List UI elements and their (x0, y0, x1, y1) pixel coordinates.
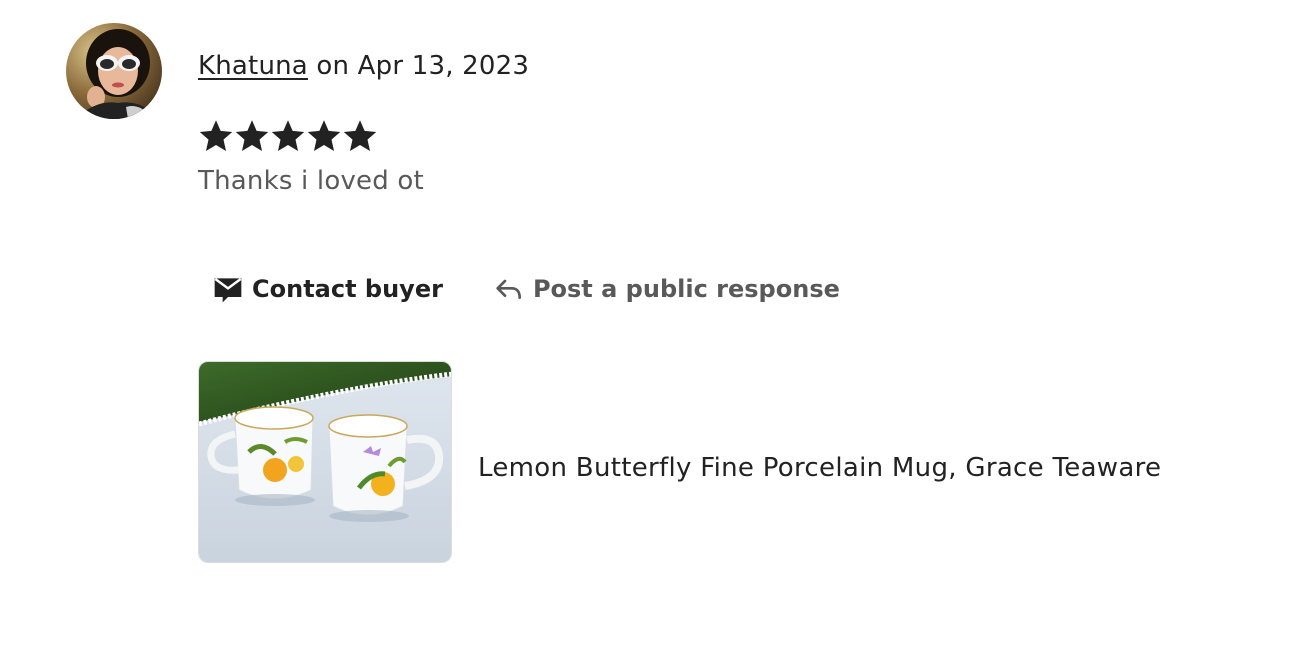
post-public-response-button[interactable]: Post a public response (479, 262, 854, 316)
product-title-link[interactable]: Lemon Butterfly Fine Porcelain Mug, Grac… (478, 448, 1161, 488)
review-text: Thanks i loved ot (198, 166, 424, 196)
reply-arrow-icon (493, 273, 525, 305)
reviewer-name-link[interactable]: Khatuna (198, 51, 308, 81)
contact-buyer-label: Contact buyer (252, 275, 443, 303)
star-rating (198, 115, 378, 157)
post-public-response-label: Post a public response (532, 275, 840, 303)
review-actions: Contact buyer Post a public response (198, 262, 854, 316)
contact-buyer-button[interactable]: Contact buyer (198, 262, 457, 316)
star-icon (306, 115, 342, 157)
envelope-icon (212, 273, 244, 305)
star-icon (234, 115, 270, 157)
product-thumbnail[interactable] (198, 361, 452, 563)
star-icon (198, 115, 234, 157)
review-header: Khatuna on Apr 13, 2023 (198, 46, 529, 86)
star-icon (342, 115, 378, 157)
star-icon (270, 115, 306, 157)
reviewer-avatar[interactable] (66, 23, 162, 119)
review-date: on Apr 13, 2023 (316, 51, 530, 81)
